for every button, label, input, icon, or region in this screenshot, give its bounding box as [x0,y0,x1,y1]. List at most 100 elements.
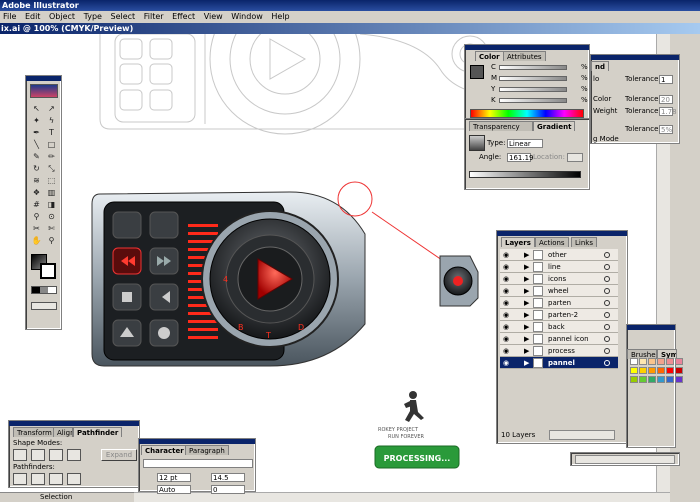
menu-object[interactable]: Object [46,12,78,21]
expand-triangle-icon[interactable]: ▶ [524,333,530,345]
expand-triangle-icon[interactable]: ▶ [524,249,530,261]
swatch-grid[interactable] [630,358,684,398]
eye-icon[interactable]: ◉ [502,249,510,261]
swatch[interactable] [648,358,656,365]
swatch[interactable] [630,358,638,365]
swatch[interactable] [639,376,647,383]
swatch[interactable] [675,376,683,383]
swatch[interactable] [657,358,665,365]
eye-icon[interactable]: ◉ [502,333,510,345]
layer-row[interactable]: ◉ ▶ pannel icon [500,333,618,345]
opt-row1-value[interactable]: 1 [659,75,673,84]
tab-links[interactable]: Links [571,237,597,247]
expand-triangle-icon[interactable]: ▶ [524,321,530,333]
scale-tool-icon[interactable]: ⤡ [46,164,57,174]
menu-edit[interactable]: Edit [22,12,44,21]
menu-filter[interactable]: Filter [141,12,167,21]
subtract-shape-button[interactable] [31,449,45,461]
layer-row[interactable]: ◉ ▶ icons [500,273,618,285]
eye-icon[interactable]: ◉ [502,309,510,321]
expand-triangle-icon[interactable]: ▶ [524,309,530,321]
fill-stroke-indicator[interactable] [470,65,484,79]
eye-icon[interactable]: ◉ [502,297,510,309]
channel-m-slider[interactable] [499,76,567,81]
selection-tool-icon[interactable]: ↖ [31,104,42,114]
opt-row3-value[interactable]: 1.78 [659,107,677,116]
free-transform-tool-icon[interactable]: ⬚ [46,176,57,186]
gradient-location-field[interactable] [567,153,583,162]
scissors-tool-icon[interactable]: ✄ [46,224,57,234]
graph-tool-icon[interactable]: ▥ [46,188,57,198]
merge-button[interactable] [49,473,63,485]
tab-transparency[interactable]: Transparency [469,121,533,131]
line-tool-icon[interactable]: ╲ [31,140,42,150]
mesh-tool-icon[interactable]: # [31,200,42,210]
exclude-shape-button[interactable] [67,449,81,461]
swatch[interactable] [630,367,638,374]
target-circle-icon[interactable] [604,348,610,354]
expand-button[interactable]: Expand [101,449,137,461]
swatch[interactable] [666,367,674,374]
target-circle-icon[interactable] [604,324,610,330]
menu-effect[interactable]: Effect [169,12,198,21]
menu-type[interactable]: Type [81,12,105,21]
swatch[interactable] [675,358,683,365]
tab-attributes[interactable]: Attributes [503,51,546,61]
rotate-tool-icon[interactable]: ↻ [31,164,42,174]
slice-tool-icon[interactable]: ✂ [31,224,42,234]
warp-tool-icon[interactable]: ≋ [31,176,42,186]
zoom-tool-icon[interactable]: ⚲ [46,236,57,246]
menu-view[interactable]: View [201,12,226,21]
menu-help[interactable]: Help [268,12,292,21]
eye-icon[interactable]: ◉ [502,261,510,273]
gradient-type-select[interactable]: Linear [507,139,543,148]
add-shape-button[interactable] [13,449,27,461]
font-size-field[interactable]: 12 pt [157,473,191,482]
tracking-field[interactable]: 0 [211,485,245,494]
target-circle-icon[interactable] [604,300,610,306]
layer-row[interactable]: ◉ ▶ line [500,261,618,273]
gradient-tool-icon[interactable]: ◨ [46,200,57,210]
blend-tool-icon[interactable]: ⊙ [46,212,57,222]
font-family-select[interactable] [143,459,253,468]
magic-wand-tool-icon[interactable]: ✦ [31,116,42,126]
symbol-sprayer-tool-icon[interactable]: ❖ [31,188,42,198]
target-circle-icon[interactable] [604,288,610,294]
divide-button[interactable] [13,473,27,485]
tab-color[interactable]: Color [475,51,504,61]
menu-file[interactable]: File [0,12,19,21]
swatch[interactable] [648,367,656,374]
eye-icon[interactable]: ◉ [502,273,510,285]
direct-select-tool-icon[interactable]: ↗ [46,104,57,114]
tab-actions[interactable]: Actions [535,237,569,247]
stroke-swatch[interactable] [40,263,56,279]
intersect-shape-button[interactable] [49,449,63,461]
trim-button[interactable] [31,473,45,485]
hand-tool-icon[interactable]: ✋ [31,236,42,246]
layer-row[interactable]: ◉ ▶ wheel [500,285,618,297]
layer-row-selected[interactable]: ◉ ▶ pannel [500,357,618,369]
layer-row[interactable]: ◉ ▶ other [500,249,618,261]
gradient-angle-field[interactable]: 161.19 [507,153,534,162]
channel-c-slider[interactable] [499,65,567,70]
target-circle-icon[interactable] [604,360,610,366]
opt-row2-value[interactable]: 20 [659,95,673,104]
tab-character[interactable]: Character [141,445,188,455]
paintbrush-tool-icon[interactable]: ✎ [31,152,42,162]
expand-triangle-icon[interactable]: ▶ [524,357,530,369]
opt-row4-value[interactable]: 5% [659,125,673,134]
swatch[interactable] [630,376,638,383]
swatch[interactable] [639,358,647,365]
screen-mode-buttons[interactable] [31,302,57,310]
channel-k-slider[interactable] [499,98,567,103]
expand-triangle-icon[interactable]: ▶ [524,297,530,309]
menu-select[interactable]: Select [108,12,139,21]
eye-icon[interactable]: ◉ [502,321,510,333]
gradient-ramp[interactable] [469,171,581,178]
eye-icon[interactable]: ◉ [502,285,510,297]
layer-row[interactable]: ◉ ▶ process [500,345,618,357]
layers-footer-buttons[interactable] [549,430,615,440]
color-spectrum[interactable] [470,109,584,118]
target-circle-icon[interactable] [604,336,610,342]
swatch[interactable] [639,367,647,374]
